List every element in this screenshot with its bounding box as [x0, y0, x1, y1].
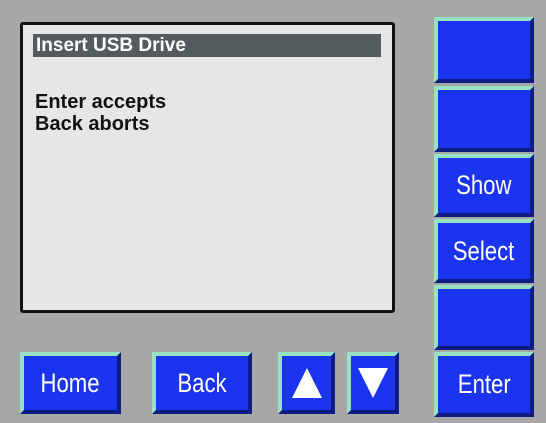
screen-title: Insert USB Drive	[33, 34, 381, 57]
back-button[interactable]: Back	[152, 352, 252, 414]
enter-button-label: Enter	[457, 369, 511, 399]
up-arrow-icon	[291, 368, 322, 398]
home-button[interactable]: Home	[20, 352, 121, 414]
select-button-label: Select	[453, 235, 515, 266]
soft-key-1-button[interactable]	[434, 17, 534, 83]
control-panel: Insert USB Drive Enter accepts Back abor…	[0, 0, 546, 423]
select-button[interactable]: Select	[434, 219, 534, 283]
display-screen: Insert USB Drive Enter accepts Back abor…	[20, 22, 395, 313]
down-arrow-icon	[358, 368, 388, 398]
screen-message-line-2: Back aborts	[35, 113, 150, 135]
up-arrow-button[interactable]	[278, 352, 335, 414]
show-button-label: Show	[456, 170, 512, 200]
down-arrow-button[interactable]	[347, 352, 399, 414]
soft-key-2-button[interactable]	[434, 86, 534, 152]
soft-key-5-button[interactable]	[434, 285, 534, 350]
home-button-label: Home	[40, 367, 101, 398]
show-button[interactable]: Show	[434, 154, 534, 217]
enter-button[interactable]: Enter	[434, 352, 534, 417]
back-button-label: Back	[177, 367, 227, 398]
screen-message-line-1: Enter accepts	[35, 91, 167, 113]
